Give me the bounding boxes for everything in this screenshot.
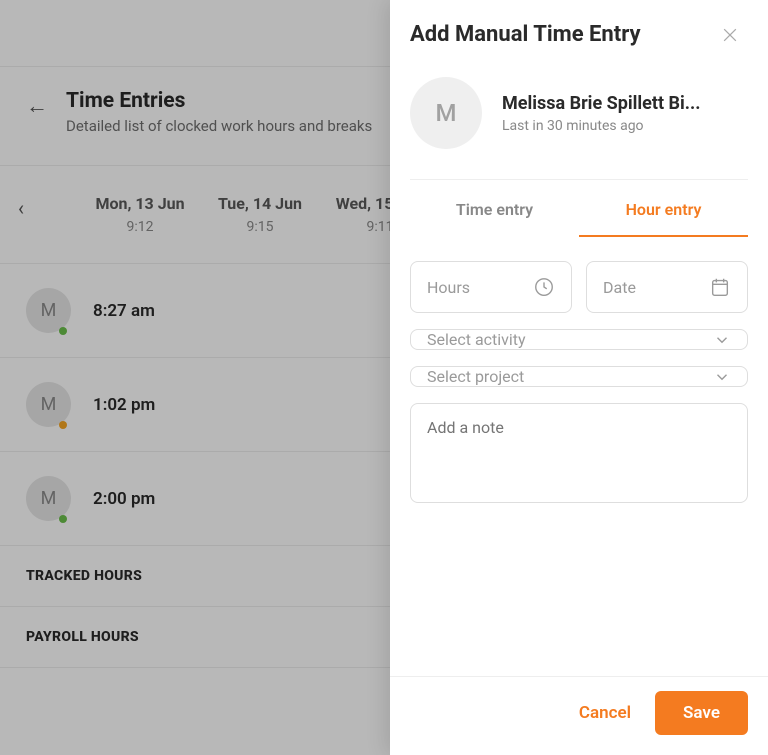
panel-title: Add Manual Time Entry: [410, 22, 641, 47]
cancel-button[interactable]: Cancel: [579, 703, 631, 723]
chevron-down-icon: [713, 331, 731, 349]
user-info: Melissa Brie Spillett Bi... Last in 30 m…: [502, 93, 700, 134]
user-last-seen: Last in 30 minutes ago: [502, 118, 700, 134]
hours-input[interactable]: Hours: [410, 261, 572, 313]
close-button[interactable]: [718, 23, 742, 47]
tabs-container: Time entry Hour entry: [390, 179, 768, 237]
calendar-icon: [709, 276, 731, 298]
date-placeholder: Date: [603, 278, 636, 297]
activity-select[interactable]: Select activity: [410, 329, 748, 350]
user-row: M Melissa Brie Spillett Bi... Last in 30…: [390, 69, 768, 179]
panel-header: Add Manual Time Entry: [390, 0, 768, 69]
save-button[interactable]: Save: [655, 691, 748, 735]
activity-placeholder: Select activity: [427, 330, 526, 349]
project-placeholder: Select project: [427, 367, 524, 386]
tab-time-entry[interactable]: Time entry: [410, 184, 579, 237]
add-time-entry-panel: Add Manual Time Entry M Melissa Brie Spi…: [390, 0, 768, 755]
chevron-down-icon: [713, 368, 731, 386]
close-icon: [720, 25, 740, 45]
tab-hour-entry[interactable]: Hour entry: [579, 184, 748, 237]
note-textarea[interactable]: [410, 403, 748, 503]
hours-placeholder: Hours: [427, 278, 470, 297]
clock-icon: [533, 276, 555, 298]
hour-entry-form: Hours Date Select activity Select projec…: [390, 237, 768, 503]
tabs-divider: [410, 179, 748, 180]
panel-footer: Cancel Save: [390, 676, 768, 755]
date-input[interactable]: Date: [586, 261, 748, 313]
entry-mode-tabs: Time entry Hour entry: [410, 184, 748, 237]
user-avatar: M: [410, 77, 482, 149]
user-name: Melissa Brie Spillett Bi...: [502, 93, 700, 114]
project-select[interactable]: Select project: [410, 366, 748, 387]
hours-date-row: Hours Date: [410, 261, 748, 313]
